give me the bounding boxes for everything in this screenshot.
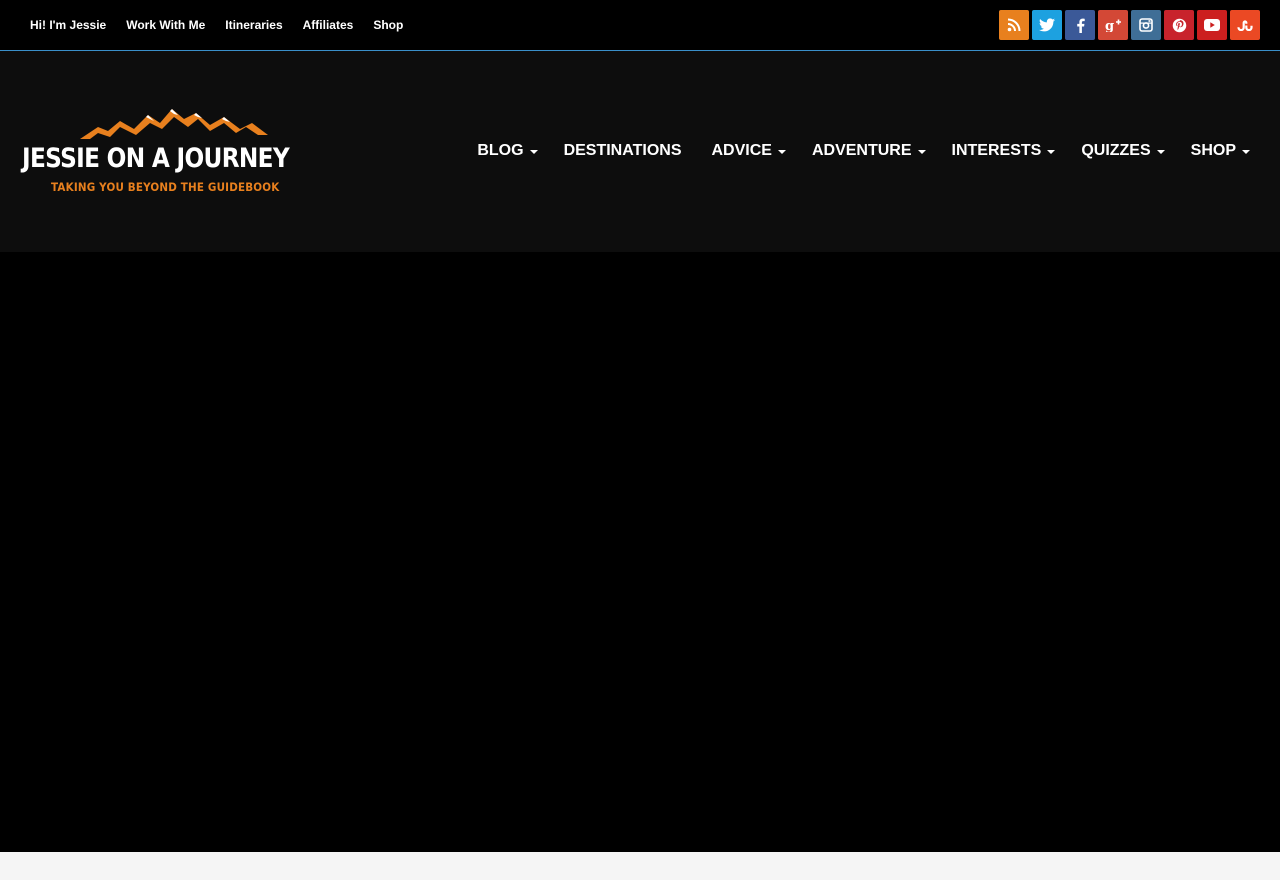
nav-item-blog[interactable]: BLOG [477,142,538,160]
top-link-work-with-me[interactable]: Work With Me [126,18,205,32]
facebook-button[interactable] [1065,10,1095,40]
nav-item-label: BLOG [477,142,524,159]
youtube-icon [1204,19,1220,31]
top-link-affiliates[interactable]: Affiliates [303,18,354,32]
nav-item-label: ADVENTURE [811,142,912,159]
top-navigation: Hi! I'm Jessie Work With Me Itineraries … [20,0,413,50]
nav-item-label: SHOP [1190,142,1236,159]
nav-item-advice[interactable]: ADVICE [712,142,786,160]
nav-item-shop[interactable]: SHOP [1191,142,1250,160]
nav-item-label: INTERESTS [951,142,1042,159]
logo-title: JESSIE ON A JOURNEY [22,143,290,174]
nav-item-label: DESTINATIONS [563,142,682,159]
google-plus-button[interactable]: g [1098,10,1128,40]
page-background-strip [0,852,1280,880]
main-navigation: BLOG DESTINATIONS ADVICE ADVENTURE INTER… [477,139,1250,163]
caret-down-icon [1047,150,1056,154]
top-link-shop[interactable]: Shop [373,18,403,32]
caret-down-icon [917,150,926,154]
rss-button[interactable] [999,10,1029,40]
stumbleupon-icon [1237,20,1253,31]
svg-text:g: g [1105,19,1114,32]
nav-item-label: ADVICE [711,142,772,159]
caret-down-icon [1156,150,1165,154]
twitter-button[interactable] [1032,10,1062,40]
pinterest-button[interactable] [1164,10,1194,40]
top-link-hi-im-jessie[interactable]: Hi! I'm Jessie [30,18,106,32]
stumbleupon-button[interactable] [1230,10,1260,40]
caret-down-icon [777,150,786,154]
nav-item-adventure[interactable]: ADVENTURE [812,142,926,160]
social-icons: g [999,10,1260,40]
instagram-icon [1139,18,1153,32]
twitter-icon [1039,18,1055,32]
instagram-button[interactable] [1131,10,1161,40]
mountain-logo-icon [80,109,268,139]
caret-down-icon [529,150,538,154]
google-plus-icon: g [1105,19,1121,32]
youtube-button[interactable] [1197,10,1227,40]
site-header: JESSIE ON A JOURNEY TAKING YOU BEYOND TH… [0,51,1280,252]
nav-item-label: QUIZZES [1081,142,1151,159]
pinterest-icon [1172,18,1186,32]
nav-item-interests[interactable]: INTERESTS [952,142,1056,160]
facebook-icon [1076,18,1085,33]
nav-item-quizzes[interactable]: QUIZZES [1081,142,1165,160]
top-bar: Hi! I'm Jessie Work With Me Itineraries … [0,0,1280,51]
rss-icon [1007,18,1021,32]
caret-down-icon [1242,150,1250,154]
nav-item-destinations[interactable]: DESTINATIONS [564,142,682,160]
site-logo[interactable]: JESSIE ON A JOURNEY TAKING YOU BEYOND TH… [20,105,320,195]
top-link-itineraries[interactable]: Itineraries [225,18,282,32]
logo-tagline: TAKING YOU BEYOND THE GUIDEBOOK [51,180,280,194]
hero-area [0,252,1280,852]
